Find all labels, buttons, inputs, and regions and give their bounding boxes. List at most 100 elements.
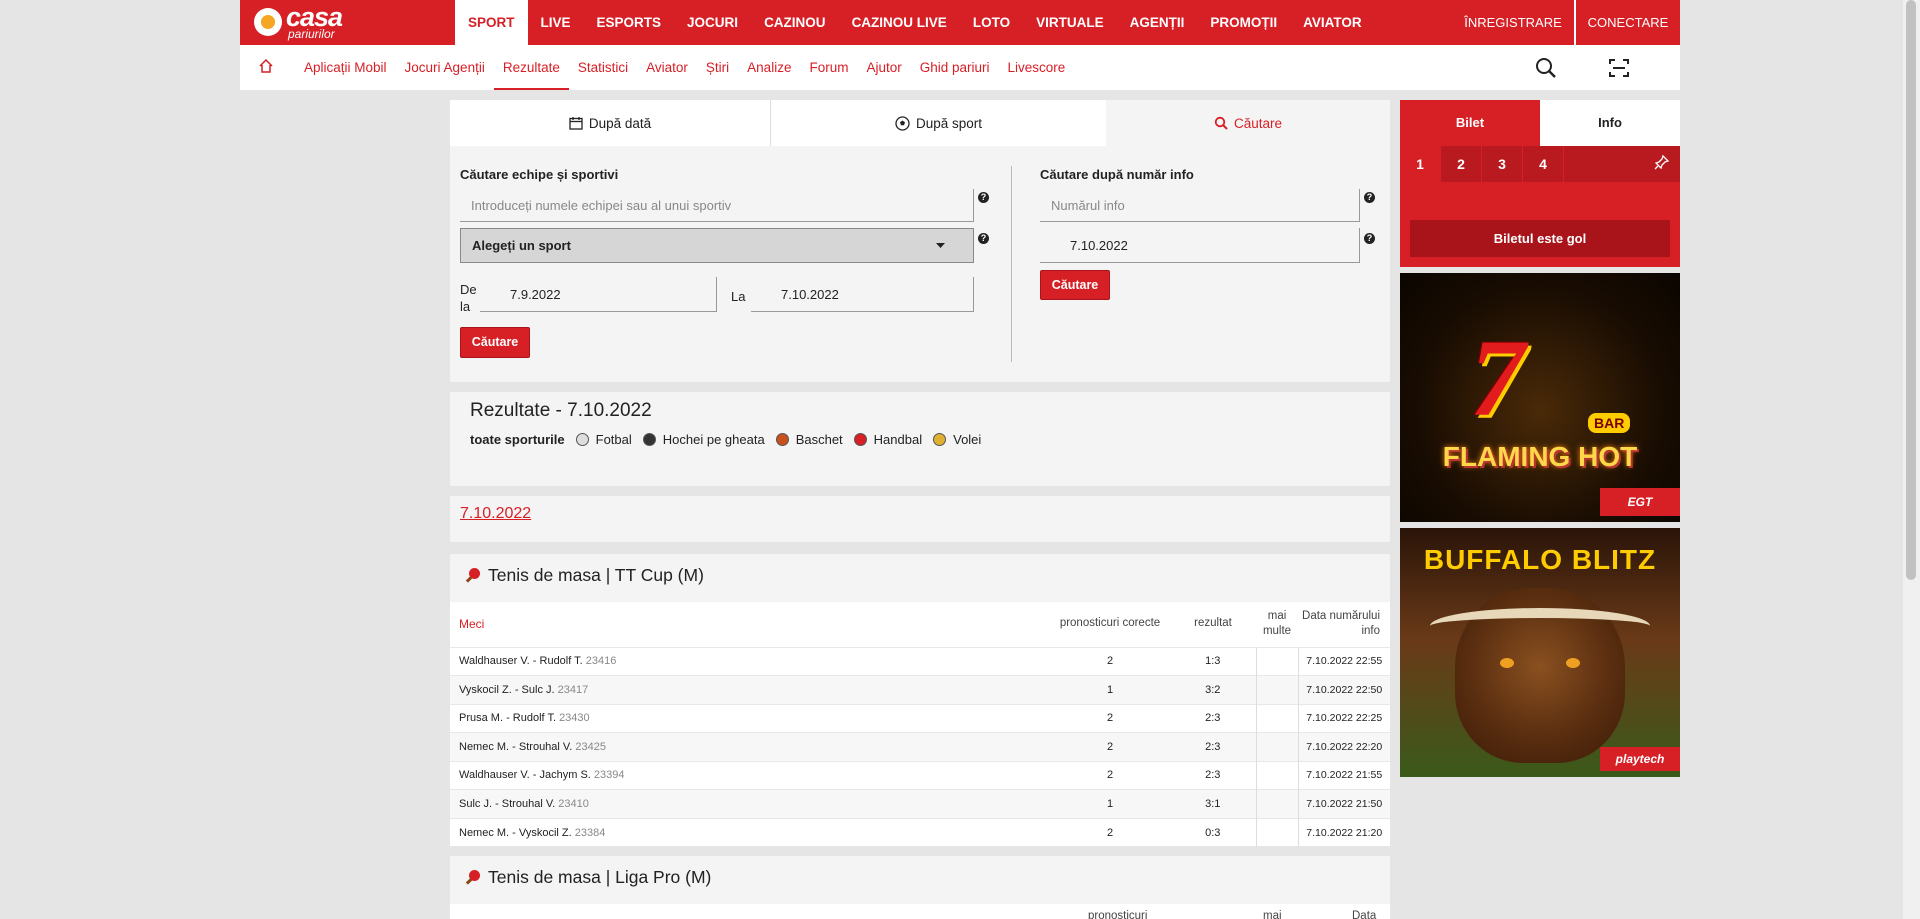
ticket-tab-2[interactable]: 2: [1441, 146, 1482, 182]
main-nav-item-cazinou[interactable]: CAZINOU: [751, 0, 839, 45]
match-cell[interactable]: Sulc J. - Strouhal V. 23410: [450, 789, 1050, 818]
tab-by-date[interactable]: După dată: [450, 100, 770, 146]
sub-nav-item[interactable]: Forum: [800, 45, 857, 90]
result-cell: 0:3: [1170, 817, 1256, 847]
main-nav-item-esports[interactable]: ESPORTS: [584, 0, 675, 45]
match-name: Nemec M. - Strouhal V.: [459, 740, 573, 753]
match-cell[interactable]: Waldhauser V. - Rudolf T. 23416: [450, 646, 1050, 676]
ticket-tab-3[interactable]: 3: [1482, 146, 1523, 182]
date-link[interactable]: 7.10.2022: [460, 505, 531, 523]
sport-filter-label: Hochei pe gheata: [662, 432, 765, 447]
casa-pariurilor-logo[interactable]: casa pariurilor: [254, 4, 404, 40]
col-match[interactable]: Meci: [450, 602, 1050, 647]
result-cell: 3:2: [1170, 675, 1256, 704]
more-cell[interactable]: [1255, 703, 1298, 733]
main-nav-item-promoții[interactable]: PROMOȚII: [1197, 0, 1290, 45]
scan-ticket-icon[interactable]: [1607, 56, 1631, 80]
buffalo-blitz-ad-banner[interactable]: BUFFALO BLITZ playtech: [1400, 528, 1680, 777]
col-date: Data numărului info: [1302, 609, 1380, 638]
sub-nav-item[interactable]: Aviator: [637, 45, 697, 90]
match-cell[interactable]: Prusa M. - Rudolf T. 23430: [450, 703, 1050, 733]
from-label: De la: [460, 282, 477, 314]
sport-select[interactable]: Alegeți un sport: [460, 228, 974, 263]
results-table: Meci pronosticuri corecte rezultat mai m…: [450, 602, 1390, 847]
main-nav-item-aviator[interactable]: AVIATOR: [1290, 0, 1375, 45]
sub-nav-item[interactable]: Analize: [738, 45, 800, 90]
tab-by-date-label: După dată: [588, 115, 652, 131]
sub-nav-item[interactable]: Statistici: [569, 45, 637, 90]
more-cell[interactable]: [1255, 760, 1298, 790]
sub-nav-item[interactable]: Știri: [697, 45, 738, 90]
sport-filter-item[interactable]: Volei: [933, 432, 981, 447]
sport-filter-item[interactable]: Fotbal: [575, 432, 632, 447]
help-icon[interactable]: ?: [1364, 233, 1375, 244]
to-date-input[interactable]: [751, 277, 974, 312]
from-date-input[interactable]: [480, 277, 717, 312]
flaming-hot-ad-banner[interactable]: 7 BAR FLAMING HOT EGT: [1400, 273, 1680, 522]
info-number-input[interactable]: [1040, 189, 1360, 222]
team-search-input[interactable]: [460, 189, 974, 222]
sub-nav-item[interactable]: Jocuri Agenții: [396, 45, 494, 90]
search-icon[interactable]: [1534, 56, 1558, 80]
empty-ticket-button[interactable]: Biletul este gol: [1410, 220, 1670, 257]
table-row[interactable]: Sulc J. - Strouhal V. 23410 1 3:1 7.10.2022…: [450, 789, 1390, 818]
tab-by-sport[interactable]: După sport: [770, 100, 1106, 146]
main-nav-item-loto[interactable]: LOTO: [960, 0, 1023, 45]
table-row[interactable]: Nemec M. - Strouhal V. 23425 2 2:3 7.10.202…: [450, 732, 1390, 761]
sub-nav-item[interactable]: Aplicații Mobil: [295, 45, 396, 90]
help-icon[interactable]: ?: [978, 233, 989, 244]
help-icon[interactable]: ?: [1364, 192, 1375, 203]
table-row[interactable]: Waldhauser V. - Jachym S. 23394 2 2:3 7.10.…: [450, 760, 1390, 790]
filter-all-sports[interactable]: toate sporturile: [470, 432, 565, 447]
football-icon: [895, 115, 910, 131]
league-title: Tenis de masa | TT Cup (M): [488, 565, 704, 585]
table-row[interactable]: Vyskocil Z. - Sulc J. 23417 1 3:2 7.10.2022…: [450, 675, 1390, 704]
ticket-tab-4[interactable]: 4: [1523, 146, 1564, 182]
tab-ticket[interactable]: Bilet: [1400, 100, 1540, 146]
ad-title: FLAMING HOT: [1442, 441, 1638, 472]
ticket-tab-1[interactable]: 1: [1400, 146, 1441, 182]
register-button[interactable]: ÎNREGISTRARE: [1458, 0, 1568, 45]
match-cell[interactable]: Nemec M. - Vyskocil Z. 23384: [450, 817, 1050, 847]
sub-nav-item[interactable]: Rezultate: [493, 45, 569, 90]
main-nav-item-cazinou-live[interactable]: CAZINOU LIVE: [839, 0, 960, 45]
results-tabs: După dată După sport Căutare: [450, 100, 1390, 146]
main-nav-item-agenții[interactable]: AGENȚII: [1117, 0, 1198, 45]
table-row[interactable]: Nemec M. - Vyskocil Z. 23384 2 0:3 7.10.202…: [450, 817, 1390, 847]
main-nav-item-virtuale[interactable]: VIRTUALE: [1023, 0, 1117, 45]
table-row[interactable]: Waldhauser V. - Rudolf T. 23416 2 1:3 7.10.…: [450, 646, 1390, 676]
sub-nav-item[interactable]: Livescore: [999, 45, 1075, 90]
date-cell: 7.10.2022 21:55: [1297, 760, 1390, 790]
date-cell: 7.10.2022 22:55: [1297, 646, 1390, 676]
match-cell[interactable]: Vyskocil Z. - Sulc J. 23417: [450, 675, 1050, 704]
table-header-row: Meci pronosticuri corecte rezultat mai m…: [450, 602, 1390, 647]
info-search-button[interactable]: Căutare: [1040, 270, 1110, 300]
main-nav-item-sport[interactable]: SPORT: [455, 0, 528, 45]
table-row[interactable]: Prusa M. - Rudolf T. 23430 2 2:3 7.10.2022 …: [450, 703, 1390, 733]
sport-filter-item[interactable]: Baschet: [775, 432, 843, 447]
tab-search[interactable]: Căutare: [1106, 100, 1390, 146]
help-icon[interactable]: ?: [978, 192, 989, 203]
sport-filter-item[interactable]: Hochei pe gheata: [642, 432, 765, 447]
sub-nav-item[interactable]: Ghid pariuri: [911, 45, 999, 90]
tab-info[interactable]: Info: [1540, 100, 1680, 146]
more-cell[interactable]: [1255, 646, 1298, 676]
correct-count-cell: 2: [1050, 703, 1170, 733]
match-cell[interactable]: Waldhauser V. - Jachym S. 23394: [450, 760, 1050, 790]
scrollbar-thumb[interactable]: [1906, 0, 1916, 580]
main-nav-item-jocuri[interactable]: JOCURI: [674, 0, 751, 45]
info-date-input[interactable]: [1040, 228, 1360, 263]
more-cell[interactable]: [1255, 732, 1298, 761]
login-button[interactable]: CONECTARE: [1574, 0, 1680, 45]
main-nav-item-live[interactable]: LIVE: [528, 0, 584, 45]
home-icon[interactable]: [258, 58, 274, 74]
sub-nav-item[interactable]: Ajutor: [857, 45, 910, 90]
more-cell[interactable]: [1255, 817, 1298, 847]
more-cell[interactable]: [1255, 675, 1298, 704]
pin-icon[interactable]: [1654, 154, 1672, 172]
sport-filter-item[interactable]: Handbal: [853, 432, 922, 447]
match-cell[interactable]: Nemec M. - Strouhal V. 23425: [450, 732, 1050, 761]
search-button[interactable]: Căutare: [460, 327, 530, 358]
more-cell[interactable]: [1255, 789, 1298, 818]
tab-search-label: Căutare: [1233, 115, 1283, 131]
